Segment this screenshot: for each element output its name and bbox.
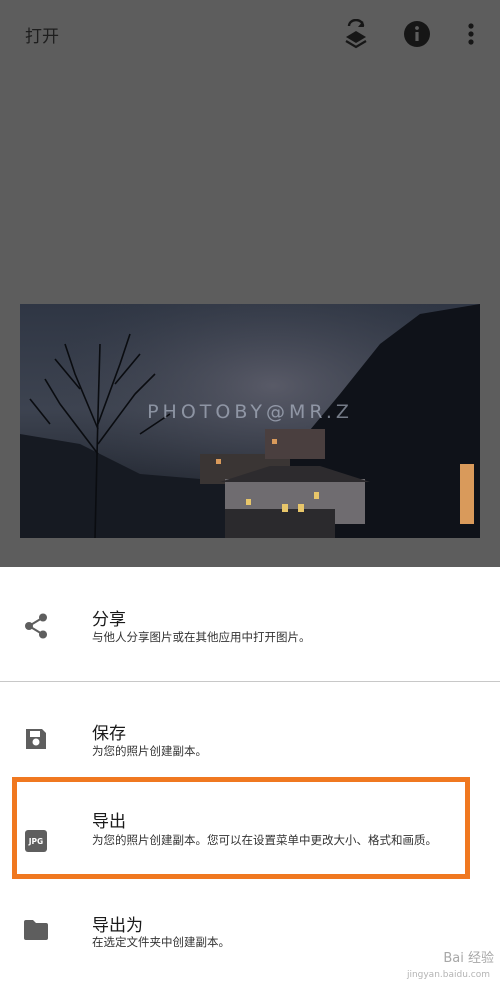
photo-watermark: PHOTOBY@MR.Z	[147, 401, 353, 423]
floppy-disk-icon	[22, 725, 50, 753]
share-description: 与他人分享图片或在其他应用中打开图片。	[92, 630, 311, 644]
folder-icon	[22, 916, 50, 944]
dimmed-editor-area[interactable]: 打开 PHOTOBY@MR.Z	[0, 0, 500, 567]
save-row[interactable]: 保存 为您的照片创建副本。	[0, 682, 500, 772]
share-row[interactable]: 分享 与他人分享图片或在其他应用中打开图片。	[0, 567, 500, 681]
share-title: 分享	[92, 610, 126, 630]
save-title: 保存	[92, 724, 126, 744]
export-as-description: 在选定文件夹中创建副本。	[92, 935, 230, 949]
app-bar: 打开	[0, 0, 500, 70]
photo-preview: PHOTOBY@MR.Z	[20, 304, 480, 538]
baidu-url: jingyan.baidu.com	[406, 970, 490, 980]
share-icon	[22, 612, 50, 640]
save-description: 为您的照片创建副本。	[92, 744, 207, 758]
export-as-title: 导出为	[92, 916, 143, 936]
highlight-box	[12, 777, 470, 879]
info-icon[interactable]	[402, 18, 432, 50]
more-vert-icon[interactable]	[456, 18, 486, 50]
baidu-watermark: Bai 经验	[443, 951, 494, 966]
layers-refresh-icon[interactable]	[341, 18, 371, 50]
open-button[interactable]: 打开	[25, 22, 59, 47]
bottom-sheet-menu: 分享 与他人分享图片或在其他应用中打开图片。 保存 为您的照片创建副本。 JPG…	[0, 567, 500, 988]
